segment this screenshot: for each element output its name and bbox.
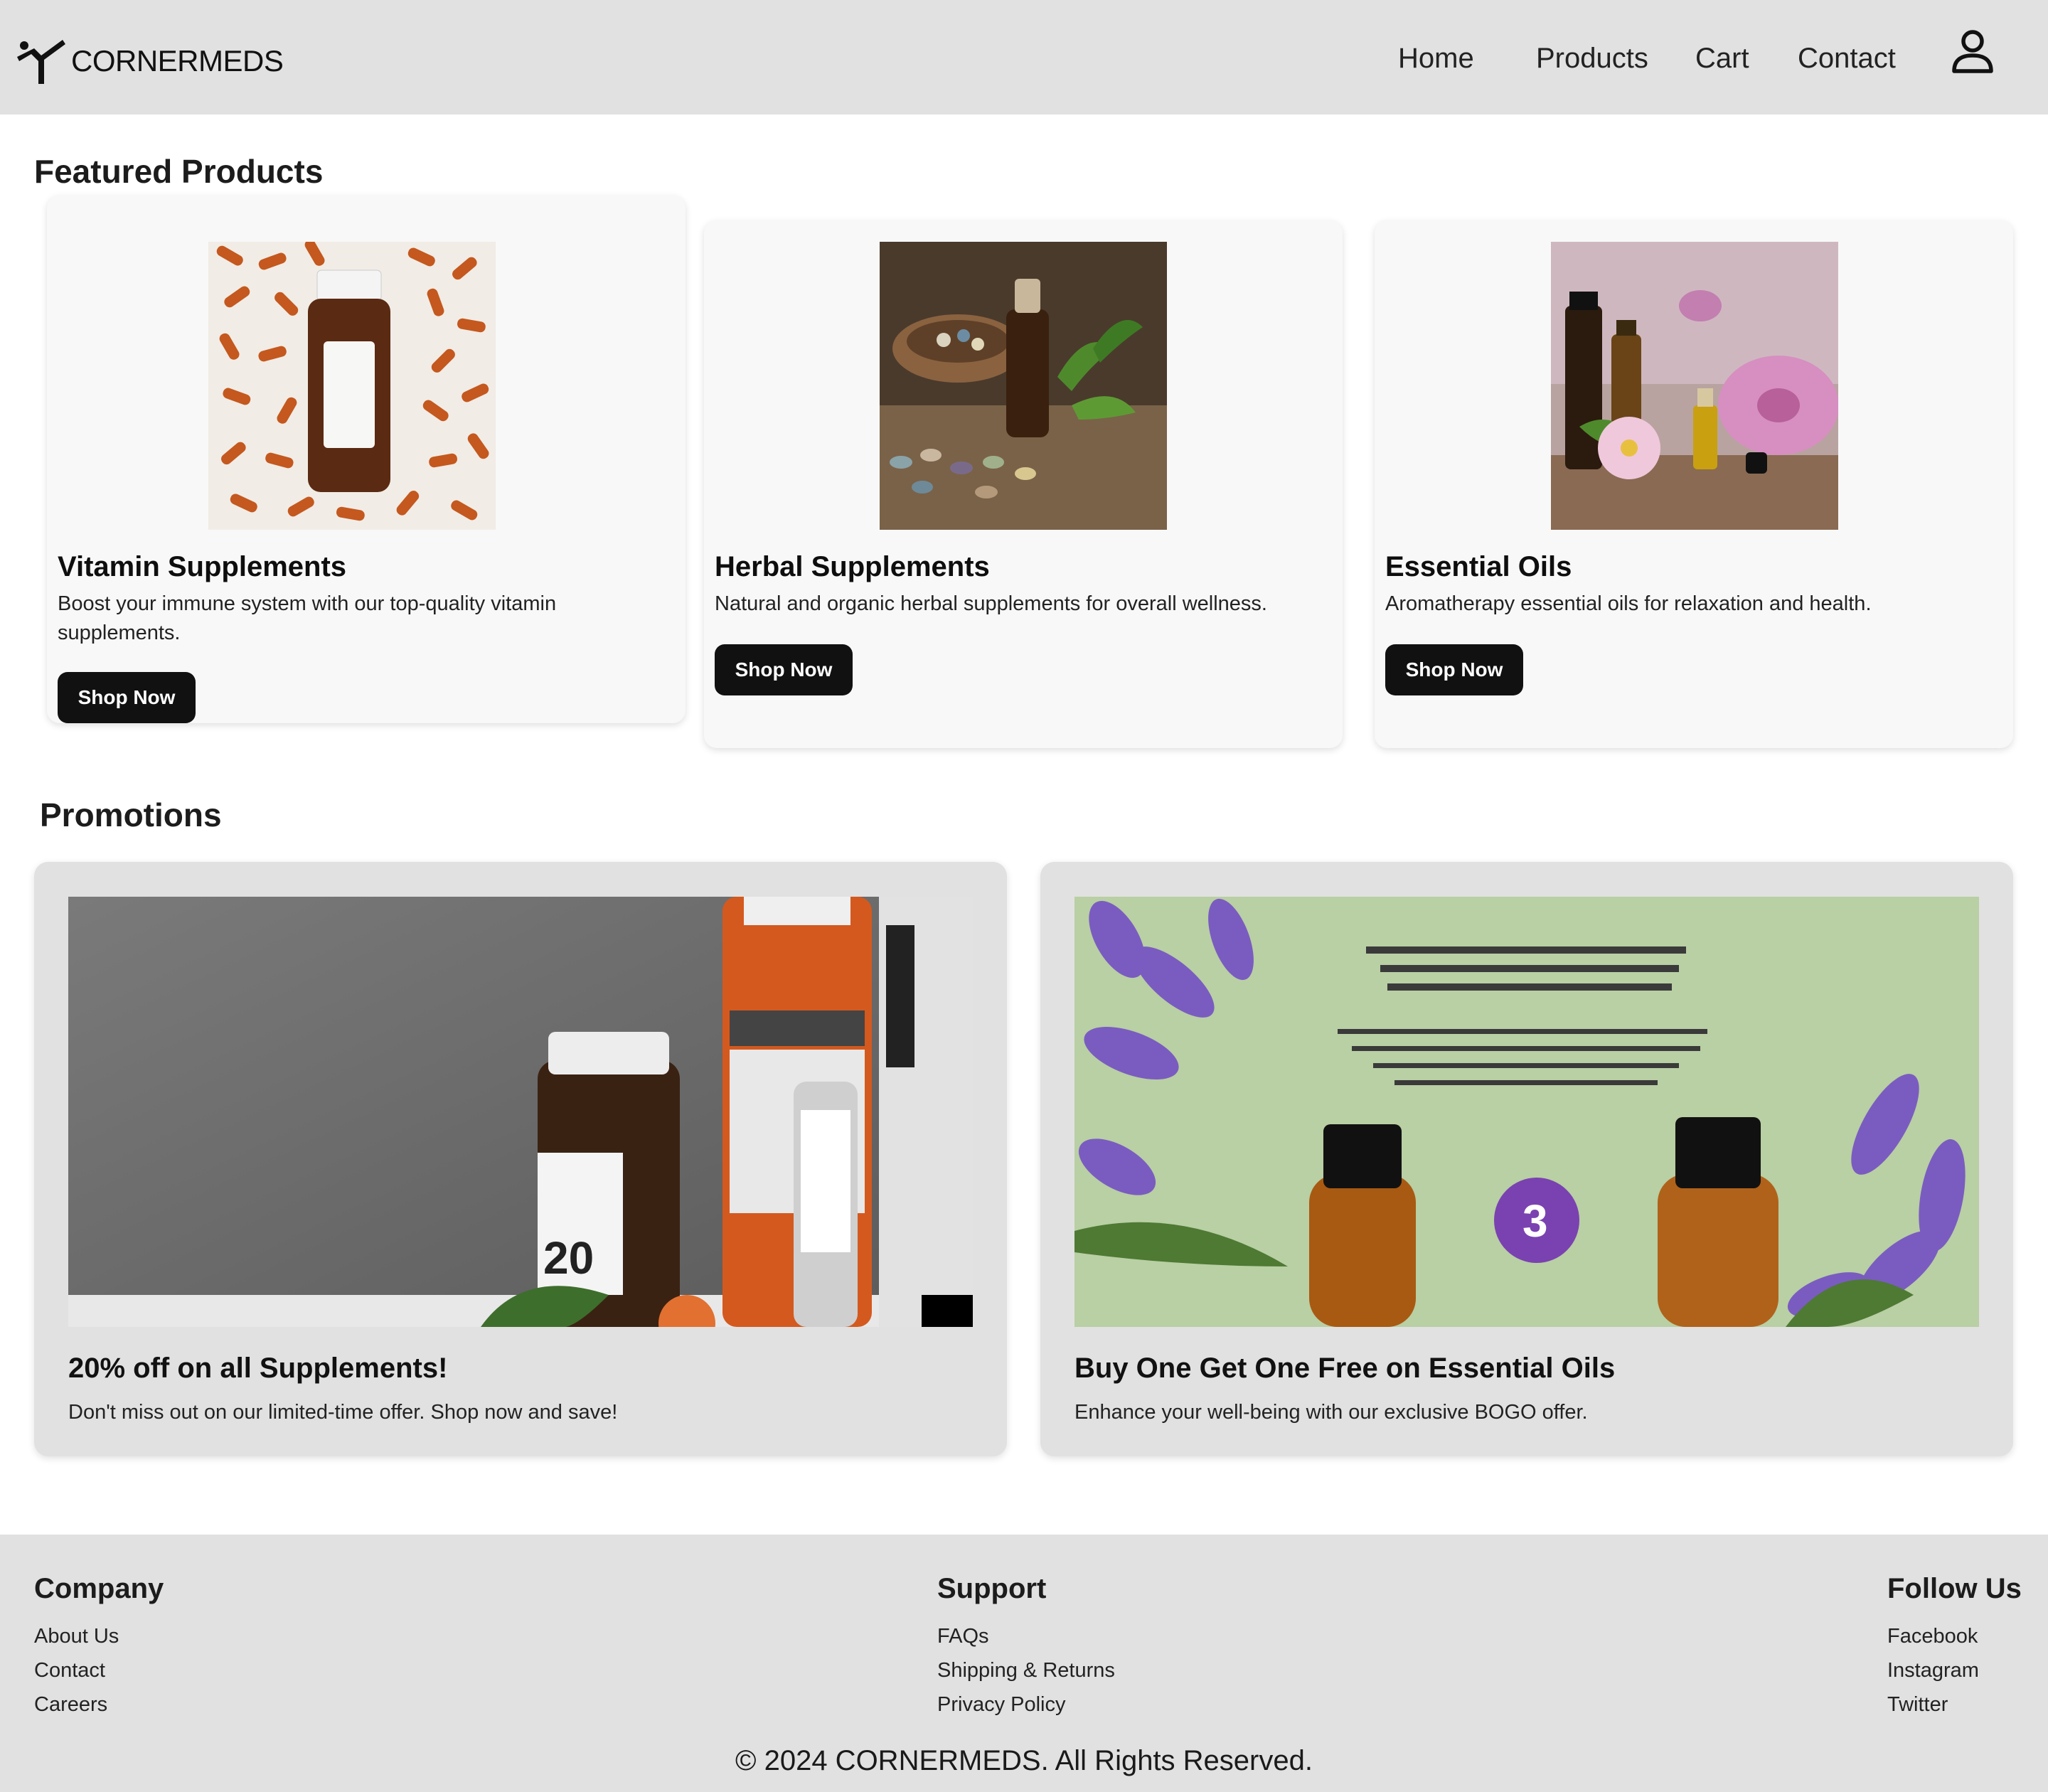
footer-link-twitter[interactable]: Twitter — [1887, 1687, 2022, 1722]
product-description: Aromatherapy essential oils for relaxati… — [1385, 592, 1872, 615]
product-title: Essential Oils — [1385, 551, 1572, 582]
nav-products[interactable]: Products — [1536, 43, 1648, 75]
product-title: Herbal Supplements — [715, 551, 990, 582]
footer-heading: Company — [34, 1573, 164, 1604]
nav-contact[interactable]: Contact — [1798, 43, 1896, 75]
nav-cart[interactable]: Cart — [1695, 43, 1749, 75]
promo-description: Don't miss out on our limited-time offer… — [68, 1401, 618, 1424]
lavender-oils-image: 3 — [1074, 897, 1979, 1327]
svg-text:3: 3 — [1522, 1195, 1548, 1247]
herbal-supplements-image — [880, 242, 1167, 530]
footer-column-company: Company About Us Contact Careers — [34, 1573, 164, 1722]
nav-home[interactable]: Home — [1398, 43, 1474, 75]
supplement-bottles-image: 20 — [68, 897, 973, 1327]
promo-title: 20% off on all Supplements! — [68, 1353, 448, 1384]
footer-link-privacy-policy[interactable]: Privacy Policy — [937, 1687, 1115, 1722]
promo-description: Enhance your well-being with our exclusi… — [1074, 1401, 1588, 1424]
footer-link-about-us[interactable]: About Us — [34, 1619, 164, 1653]
promo-card[interactable]: 20 20% off on all Supplements! Don't mis… — [34, 862, 1007, 1456]
site-header: CORNERMEDS Home Products Cart Contact — [0, 0, 2048, 114]
shop-now-button[interactable]: Shop Now — [58, 672, 196, 723]
footer-column-follow-us: Follow Us Facebook Instagram Twitter — [1887, 1573, 2022, 1722]
user-icon[interactable] — [1950, 28, 1995, 75]
brand-logo[interactable]: CORNERMEDS — [13, 36, 284, 87]
product-description: Boost your immune system with our top-qu… — [58, 592, 557, 644]
product-card: Herbal Supplements Natural and organic h… — [704, 220, 1343, 748]
product-card: Vitamin Supplements Boost your immune sy… — [47, 196, 686, 723]
footer-heading: Support — [937, 1573, 1047, 1604]
footer-link-shipping-returns[interactable]: Shipping & Returns — [937, 1653, 1115, 1687]
promo-title: Buy One Get One Free on Essential Oils — [1074, 1353, 1616, 1384]
footer-link-instagram[interactable]: Instagram — [1887, 1653, 2022, 1687]
kick-figure-logo-icon — [17, 40, 65, 84]
svg-text:20: 20 — [543, 1232, 594, 1284]
footer-link-faqs[interactable]: FAQs — [937, 1619, 1115, 1653]
featured-products-title: Featured Products — [34, 153, 324, 190]
shop-now-button[interactable]: Shop Now — [1385, 644, 1523, 695]
product-card: Essential Oils Aromatherapy essential oi… — [1375, 220, 2013, 748]
site-footer: Company About Us Contact Careers Support… — [0, 1535, 2048, 1792]
product-description: Natural and organic herbal supplements f… — [715, 592, 1267, 615]
footer-link-facebook[interactable]: Facebook — [1887, 1619, 2022, 1653]
shop-now-button[interactable]: Shop Now — [715, 644, 853, 695]
copyright-text: © 2024 CORNERMEDS. All Rights Reserved. — [735, 1745, 1313, 1776]
footer-heading: Follow Us — [1887, 1573, 2022, 1604]
essential-oils-image — [1551, 242, 1838, 530]
footer-column-support: Support FAQs Shipping & Returns Privacy … — [937, 1573, 1115, 1722]
promotions-title: Promotions — [40, 796, 222, 833]
vitamin-bottle-image — [208, 242, 496, 530]
brand-name: CORNERMEDS — [71, 44, 284, 78]
footer-link-contact[interactable]: Contact — [34, 1653, 164, 1687]
product-title: Vitamin Supplements — [58, 551, 347, 582]
footer-link-careers[interactable]: Careers — [34, 1687, 164, 1722]
promo-card[interactable]: 3 Buy One Get One Free on Essential Oils… — [1040, 862, 2013, 1456]
